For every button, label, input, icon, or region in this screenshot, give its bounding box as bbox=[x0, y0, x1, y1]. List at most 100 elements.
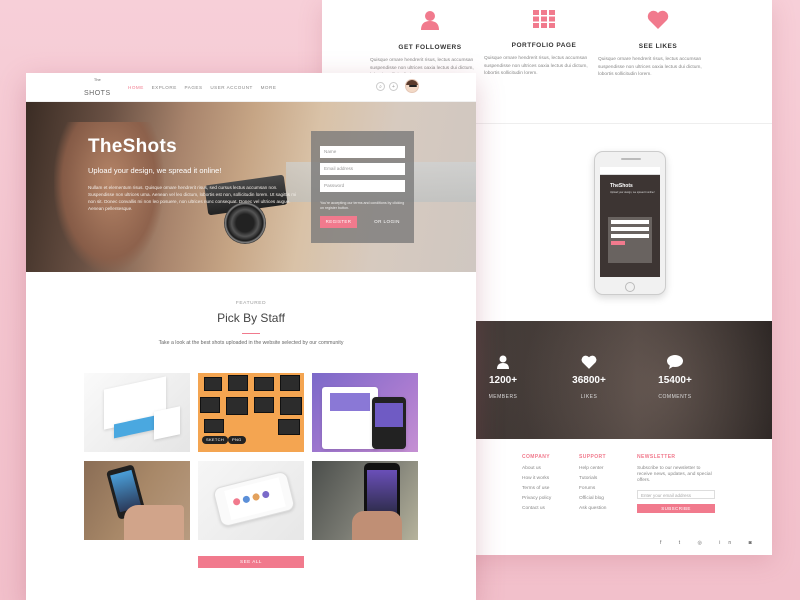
newsletter-email-input[interactable]: Enter your email address bbox=[637, 490, 715, 499]
section-subtitle: Take a look at the best shots uploaded i… bbox=[158, 340, 344, 346]
stat-label: MEMBERS bbox=[488, 394, 518, 400]
footer-link-contact[interactable]: Contact us bbox=[522, 506, 551, 511]
menu-more[interactable]: MORE bbox=[261, 85, 277, 90]
title-underline bbox=[242, 333, 260, 334]
search-icon[interactable]: ⌕ bbox=[376, 82, 385, 91]
menu-pages[interactable]: PAGES bbox=[185, 85, 203, 90]
password-field[interactable]: Password bbox=[320, 180, 405, 192]
wireframe bbox=[226, 397, 248, 415]
badge-png: PNG bbox=[228, 436, 246, 444]
grid-icon bbox=[533, 10, 555, 28]
hand bbox=[124, 505, 184, 540]
wireframe bbox=[280, 375, 300, 391]
user-icon bbox=[497, 355, 509, 369]
subscribe-button[interactable]: SUBSCRIBE bbox=[637, 504, 715, 513]
phone-screen bbox=[375, 403, 403, 427]
signup-form: Name Email address Password You're accep… bbox=[311, 131, 414, 243]
feature-title: PORTFOLIO PAGE bbox=[511, 42, 577, 49]
menu-explore[interactable]: EXPLORE bbox=[152, 85, 177, 90]
feature-text: Quisque ornare hendrerit risus, lectus a… bbox=[484, 56, 588, 76]
phone-speaker bbox=[621, 158, 641, 160]
story-dot bbox=[251, 492, 261, 502]
shot-thumbnail[interactable] bbox=[84, 373, 190, 452]
shot-thumbnail[interactable]: SKETCH PNG bbox=[198, 373, 304, 452]
story-dot bbox=[242, 495, 251, 504]
see-all-button[interactable]: SEE ALL bbox=[198, 556, 304, 568]
phone-mockup bbox=[212, 470, 296, 528]
footer-heading: SUPPORT bbox=[579, 454, 606, 460]
badge-sketch: SKETCH bbox=[202, 436, 229, 444]
avatar[interactable] bbox=[405, 79, 419, 93]
tablet-header bbox=[330, 393, 370, 411]
footer-link-help-center[interactable]: Help center bbox=[579, 466, 606, 471]
avatar-glasses bbox=[409, 85, 417, 87]
stat-likes: 36800+ LIKES bbox=[554, 355, 624, 400]
hand bbox=[352, 511, 402, 540]
phone-screen bbox=[224, 477, 286, 521]
feature-title: GET FOLLOWERS bbox=[398, 44, 462, 51]
footer-link-blog[interactable]: Official blog bbox=[579, 496, 606, 501]
stat-comments: 15400+ COMMENTS bbox=[640, 355, 710, 400]
footer-link-ask[interactable]: Ask question bbox=[579, 506, 606, 511]
footer-link-terms[interactable]: Terms of use bbox=[522, 486, 551, 491]
register-button[interactable]: REGISTER bbox=[320, 216, 357, 228]
phone-input bbox=[611, 234, 649, 238]
hero-description: Nullam et elementum risus. Quisque ornar… bbox=[88, 185, 297, 211]
footer-company: COMPANY About us How it works Terms of u… bbox=[522, 454, 551, 516]
main-menu: HOME EXPLORE PAGES USER ACCOUNT MORE bbox=[128, 85, 282, 90]
comment-icon bbox=[667, 355, 683, 369]
feature-text: Quisque ornare hendrerit risus, lectus a… bbox=[598, 57, 702, 77]
feature-portfolio-page: PORTFOLIO PAGE Quisque ornare hendrerit … bbox=[484, 10, 604, 78]
hero-section: TheShots Upload your design, we spread i… bbox=[26, 102, 476, 272]
footer-link-privacy[interactable]: Privacy policy bbox=[522, 496, 551, 501]
shot-thumbnail[interactable] bbox=[84, 461, 190, 540]
social-icons[interactable]: f t ◎ in ◙ bbox=[660, 540, 760, 546]
footer-link-how-it-works[interactable]: How it works bbox=[522, 476, 551, 481]
logo-shots: SHOTS bbox=[84, 90, 111, 97]
footer-link-about[interactable]: About us bbox=[522, 466, 551, 471]
featured-eyebrow: FEATURED bbox=[235, 301, 267, 306]
wireframe bbox=[228, 375, 248, 391]
shot-thumbnail[interactable] bbox=[198, 461, 304, 540]
menu-home[interactable]: HOME bbox=[128, 85, 144, 90]
wireframe bbox=[200, 397, 220, 413]
phone-mockup bbox=[372, 397, 406, 449]
wireframe bbox=[278, 419, 300, 435]
story-dot bbox=[261, 490, 271, 499]
add-icon[interactable]: + bbox=[389, 82, 398, 91]
tablet-mockup bbox=[322, 387, 378, 449]
phone-screen bbox=[367, 470, 397, 516]
footer-link-tutorials[interactable]: Tutorials bbox=[579, 476, 606, 481]
wireframe bbox=[204, 419, 224, 433]
heart-icon bbox=[647, 10, 669, 29]
heart-icon bbox=[581, 355, 597, 369]
email-field[interactable]: Email address bbox=[320, 163, 405, 175]
wireframe bbox=[204, 377, 222, 391]
stat-label: LIKES bbox=[580, 394, 598, 400]
login-link[interactable]: OR LOGIN bbox=[367, 216, 407, 228]
name-field[interactable]: Name bbox=[320, 146, 405, 158]
phone-title: TheShots bbox=[610, 183, 633, 189]
phone-register-button bbox=[611, 241, 625, 245]
phone-signup-box bbox=[608, 217, 652, 263]
shot-thumbnail[interactable] bbox=[312, 461, 418, 540]
feature-see-likes: SEE LIKES Quisque ornare hendrerit risus… bbox=[598, 10, 718, 79]
footer-link-forums[interactable]: Forums bbox=[579, 486, 606, 491]
front-page-preview: The SHOTS HOME EXPLORE PAGES USER ACCOUN… bbox=[26, 73, 476, 600]
hero-title: TheShots bbox=[88, 136, 177, 157]
menu-user-account[interactable]: USER ACCOUNT bbox=[210, 85, 253, 90]
logo-the: The bbox=[93, 77, 101, 82]
phone-mockup: TheShots Upload your design, we spread i… bbox=[594, 151, 666, 295]
logo[interactable]: The SHOTS bbox=[84, 77, 111, 100]
phone-navbar bbox=[600, 167, 660, 175]
hero-tagline: Upload your design, we spread it online! bbox=[88, 166, 222, 175]
user-icon bbox=[421, 11, 439, 30]
stat-members: 1200+ MEMBERS bbox=[468, 355, 538, 400]
stat-label: COMMENTS bbox=[658, 394, 692, 400]
footer-heading: COMPANY bbox=[522, 454, 550, 460]
top-navbar: The SHOTS HOME EXPLORE PAGES USER ACCOUN… bbox=[26, 73, 476, 102]
footer-support: SUPPORT Help center Tutorials Forums Off… bbox=[579, 454, 606, 516]
mockup-card bbox=[154, 406, 180, 440]
phone-screen: TheShots Upload your design, we spread i… bbox=[600, 167, 660, 277]
shot-thumbnail[interactable] bbox=[312, 373, 418, 452]
